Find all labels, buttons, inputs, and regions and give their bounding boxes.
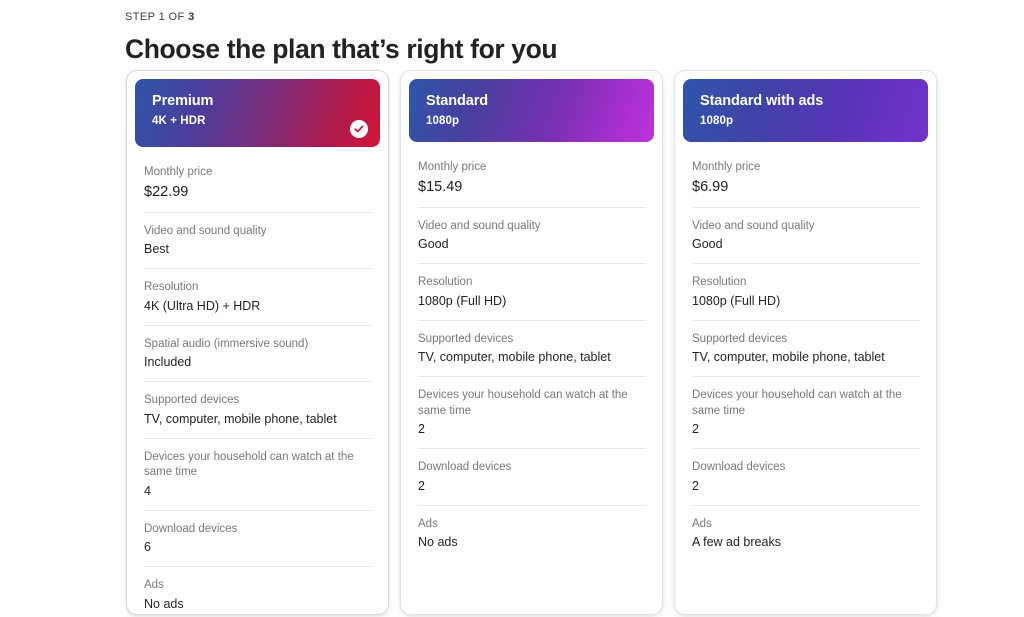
feature-row: Monthly price $6.99	[692, 156, 920, 208]
plan-card-standard-with-ads[interactable]: Standard with ads 1080p Monthly price $6…	[674, 70, 937, 615]
plan-card-premium[interactable]: Premium 4K + HDR Monthly price $22.99 Vi…	[126, 70, 389, 615]
feature-label: Monthly price	[418, 161, 487, 173]
feature-row: Supported devices TV, computer, mobile p…	[418, 321, 646, 377]
feature-value: Included	[144, 355, 192, 369]
feature-value: Good	[692, 237, 723, 251]
plan-selection-page: STEP 1 OF 3 Choose the plan that’s right…	[0, 0, 1024, 617]
plan-card-standard[interactable]: Standard 1080p Monthly price $15.49 Vide…	[400, 70, 663, 615]
feature-row: Resolution 1080p (Full HD)	[418, 264, 646, 321]
feature-label: Download devices	[418, 461, 512, 473]
feature-label: Spatial audio (immersive sound)	[144, 337, 309, 350]
feature-value: $15.49	[418, 178, 463, 195]
feature-row: Supported devices TV, computer, mobile p…	[144, 382, 372, 439]
feature-row: Supported devices TV, computer, mobile p…	[692, 321, 920, 377]
plan-name: Premium	[152, 93, 214, 109]
feature-value: 2	[418, 422, 425, 436]
plan-cards-container: Premium 4K + HDR Monthly price $22.99 Vi…	[126, 70, 938, 615]
feature-label: Ads	[418, 517, 438, 530]
feature-value: $6.99	[692, 178, 729, 195]
feature-value: 4	[144, 483, 151, 498]
plan-features-standard-with-ads: Monthly price $6.99 Video and sound qual…	[675, 156, 936, 561]
feature-label: Resolution	[144, 281, 199, 293]
feature-value: $22.99	[144, 183, 189, 200]
feature-row: Video and sound quality Best	[144, 213, 372, 269]
feature-row: Ads No ads	[418, 506, 646, 562]
plan-name: Standard with ads	[700, 93, 824, 109]
feature-row: Video and sound quality Good	[418, 208, 646, 264]
feature-label: Monthly price	[692, 161, 761, 173]
feature-value: TV, computer, mobile phone, tablet	[418, 350, 611, 364]
feature-label: Devices your household can watch at the …	[692, 389, 902, 417]
step-indicator-prefix: STEP 1 OF	[125, 11, 189, 23]
feature-row: Monthly price $15.49	[418, 156, 646, 208]
feature-row: Monthly price $22.99	[144, 161, 372, 213]
feature-label: Video and sound quality	[418, 219, 541, 232]
feature-row: Video and sound quality Good	[692, 208, 920, 264]
feature-value: A few ad breaks	[692, 535, 781, 549]
feature-value: 1080p (Full HD)	[418, 293, 507, 308]
feature-label: Supported devices	[144, 394, 240, 406]
feature-label: Video and sound quality	[144, 224, 267, 237]
feature-label: Resolution	[692, 276, 747, 288]
feature-value: 6	[144, 540, 151, 554]
feature-label: Monthly price	[144, 166, 213, 178]
feature-row: Ads A few ad breaks	[692, 506, 920, 562]
plan-subtitle: 1080p	[426, 115, 460, 127]
feature-value: 1080p (Full HD)	[692, 293, 781, 308]
feature-row: Devices your household can watch at the …	[144, 439, 372, 511]
feature-value: Good	[418, 237, 449, 251]
feature-value: No ads	[418, 535, 458, 549]
check-circle-icon	[350, 120, 368, 138]
feature-label: Supported devices	[418, 332, 514, 345]
feature-row: Resolution 1080p (Full HD)	[692, 264, 920, 321]
feature-row: Download devices 6	[144, 511, 372, 567]
feature-value: TV, computer, mobile phone, tablet	[692, 350, 885, 364]
feature-label: Ads	[692, 517, 712, 530]
feature-value: 4K (Ultra HD) + HDR	[144, 298, 261, 313]
plan-banner-premium: Premium 4K + HDR	[135, 79, 380, 147]
feature-label: Devices your household can watch at the …	[418, 389, 628, 417]
feature-row: Devices your household can watch at the …	[418, 377, 646, 449]
step-indicator: STEP 1 OF 3	[125, 10, 945, 25]
feature-label: Download devices	[692, 461, 786, 473]
feature-row: Download devices 2	[692, 449, 920, 506]
feature-value: TV, computer, mobile phone, tablet	[144, 411, 337, 426]
page-title: Choose the plan that’s right for you	[125, 34, 558, 64]
page-header: STEP 1 OF 3 Choose the plan that’s right…	[125, 10, 945, 65]
feature-value: 2	[418, 478, 425, 493]
feature-row: Download devices 2	[418, 449, 646, 506]
step-indicator-total: 3	[188, 11, 195, 23]
feature-label: Download devices	[144, 522, 238, 535]
plan-banner-standard-with-ads: Standard with ads 1080p	[683, 79, 928, 142]
plan-name: Standard	[426, 93, 489, 109]
feature-label: Ads	[144, 579, 164, 591]
feature-label: Video and sound quality	[692, 219, 815, 232]
feature-label: Supported devices	[692, 332, 788, 345]
plan-features-premium: Monthly price $22.99 Video and sound qua…	[127, 161, 388, 614]
feature-row: Resolution 4K (Ultra HD) + HDR	[144, 269, 372, 326]
plan-subtitle: 1080p	[700, 115, 734, 127]
feature-value: 2	[692, 478, 699, 493]
feature-label: Devices your household can watch at the …	[144, 450, 354, 479]
feature-row: Devices your household can watch at the …	[692, 377, 920, 449]
plan-banner-standard: Standard 1080p	[409, 79, 654, 142]
plan-subtitle: 4K + HDR	[152, 115, 206, 127]
feature-row: Spatial audio (immersive sound) Included	[144, 326, 372, 382]
feature-value: Best	[144, 242, 170, 256]
feature-row: Ads No ads	[144, 567, 372, 614]
feature-value: 2	[692, 422, 699, 436]
feature-label: Resolution	[418, 276, 473, 288]
feature-value: No ads	[144, 596, 184, 611]
plan-features-standard: Monthly price $15.49 Video and sound qua…	[401, 156, 662, 561]
